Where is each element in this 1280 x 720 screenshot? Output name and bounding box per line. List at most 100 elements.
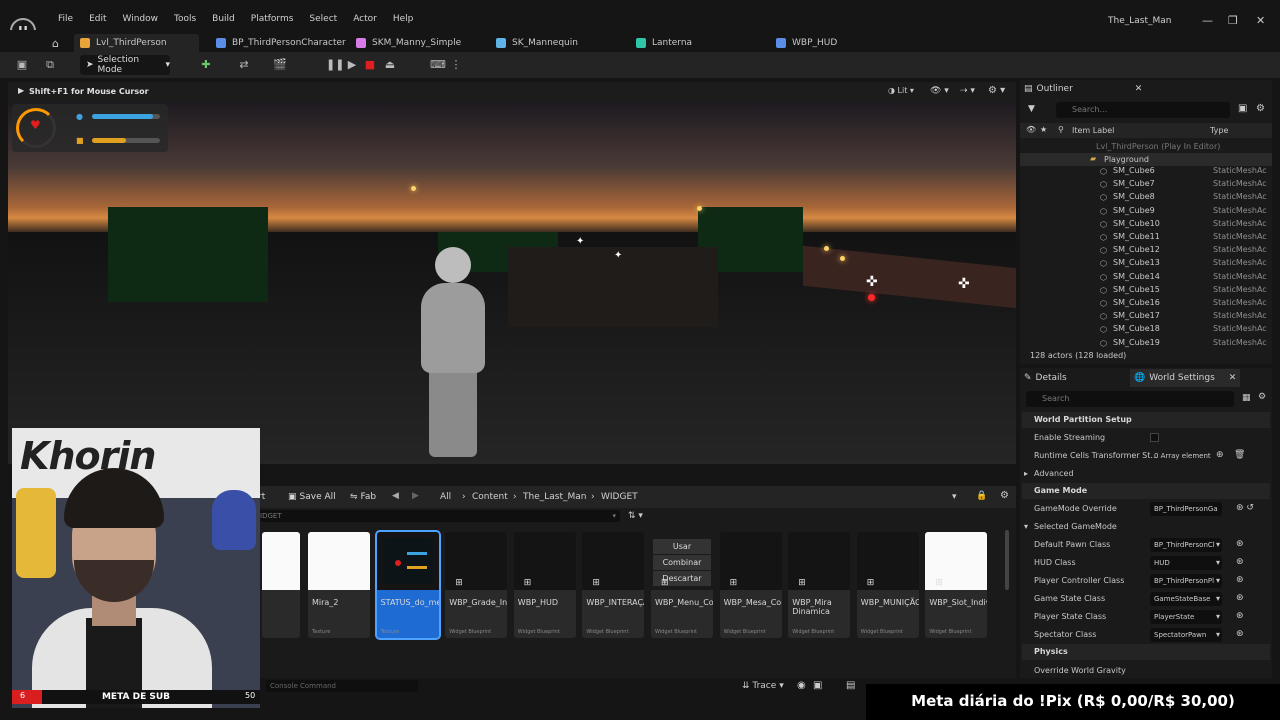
- add-folder-icon[interactable]: ▣: [1238, 103, 1247, 114]
- save-icon[interactable]: ▣: [14, 57, 30, 73]
- content-search-input[interactable]: IDGET ▾: [260, 510, 620, 522]
- outliner-row[interactable]: ⬡ SM_Cube18 StaticMeshAc: [1020, 324, 1272, 337]
- asset-tile[interactable]: Mira_2 Texture: [308, 532, 370, 638]
- asset-tile[interactable]: STATUS_do_meu_jogo Texture: [374, 530, 441, 640]
- close-icon[interactable]: ✕: [1135, 84, 1143, 94]
- game-viewport[interactable]: ✜ ✜ ✦ ✦: [8, 102, 1016, 464]
- outliner-row[interactable]: ⬡ SM_Cube19 StaticMeshAc: [1020, 338, 1272, 351]
- enable-streaming-checkbox[interactable]: [1150, 433, 1159, 442]
- outliner-folder[interactable]: ▰ Playground: [1020, 153, 1272, 166]
- viewport-settings-icon[interactable]: ⚙ ▾: [988, 85, 1005, 96]
- asset-tile[interactable]: UsarCombinarDescartar⊞ WBP_Menu_Contexto W…: [651, 532, 713, 638]
- cinematics-icon[interactable]: 🎬: [272, 57, 288, 73]
- col-type[interactable]: Type: [1210, 126, 1228, 135]
- home-icon[interactable]: ⌂: [52, 34, 59, 52]
- source-control-icon[interactable]: ⧉: [42, 57, 58, 73]
- browse-icon[interactable]: ⊛: [1236, 629, 1244, 639]
- asset-tile[interactable]: ⊞ WBP_Mira Dinamica Widget Blueprint: [788, 532, 851, 638]
- menu-item-edit[interactable]: Edit: [81, 14, 114, 24]
- menu-item-window[interactable]: Window: [115, 14, 167, 24]
- outliner-row[interactable]: ⬡ SM_Cube6 StaticMeshAc: [1020, 166, 1272, 179]
- class-select[interactable]: GameStateBase: [1150, 592, 1222, 606]
- platforms-icon[interactable]: ⌨: [430, 57, 446, 73]
- asset-tile[interactable]: ⊞ WBP_INTERAÇÃO Widget Blueprint: [582, 532, 645, 638]
- details-search-input[interactable]: Search: [1026, 391, 1234, 407]
- asset-tile[interactable]: ⊞ WBP_HUD Widget Blueprint: [513, 532, 576, 638]
- pause-icon[interactable]: ❚❚: [326, 57, 344, 73]
- camera-icon[interactable]: ▣: [813, 680, 822, 691]
- outliner-row[interactable]: ⬡ SM_Cube8 StaticMeshAc: [1020, 192, 1272, 205]
- class-select[interactable]: HUD: [1150, 556, 1222, 570]
- eject-icon[interactable]: ⏏: [382, 57, 398, 73]
- chevron-down-icon[interactable]: ▾: [952, 492, 957, 502]
- outliner-row[interactable]: ⬡ SM_Cube10 StaticMeshAc: [1020, 219, 1272, 232]
- selection-mode-button[interactable]: ➤ Selection Mode ▾: [80, 55, 170, 75]
- fab-button[interactable]: ⇋ Fab: [350, 490, 376, 504]
- filter-icon[interactable]: ▼: [1028, 104, 1035, 114]
- world-settings-tab[interactable]: 🌐 World Settings ✕: [1130, 369, 1241, 387]
- stop-icon[interactable]: ■: [362, 57, 378, 73]
- outliner-row[interactable]: ⬡ SM_Cube9 StaticMeshAc: [1020, 206, 1272, 219]
- lock-icon[interactable]: 🔒: [976, 491, 987, 501]
- outliner-row[interactable]: ⬡ SM_Cube13 StaticMeshAc: [1020, 258, 1272, 271]
- console-input[interactable]: Console Command: [266, 680, 418, 692]
- outliner-search-input[interactable]: Search...: [1056, 102, 1230, 118]
- breadcrumb-item[interactable]: Content: [472, 492, 508, 502]
- maximize-icon[interactable]: ❐: [1228, 14, 1238, 27]
- menu-item-tools[interactable]: Tools: [166, 14, 204, 24]
- menu-item-file[interactable]: File: [50, 14, 81, 24]
- add-element-icon[interactable]: ⊕: [1216, 450, 1224, 460]
- browse-icon[interactable]: ⊛: [1236, 539, 1244, 549]
- close-icon[interactable]: ✕: [1229, 373, 1237, 383]
- derived-data-icon[interactable]: ▤: [846, 680, 855, 691]
- asset-tile[interactable]: [262, 532, 300, 638]
- class-select[interactable]: BP_ThirdPersonPl: [1150, 574, 1222, 588]
- breadcrumb-item[interactable]: The_Last_Man: [523, 492, 586, 502]
- browse-icon[interactable]: ⊛: [1236, 611, 1244, 621]
- close-icon[interactable]: ✕: [1256, 14, 1265, 27]
- outliner-row[interactable]: ⬡ SM_Cube14 StaticMeshAc: [1020, 272, 1272, 285]
- more-options-icon[interactable]: ⋮: [448, 57, 464, 73]
- menu-item-select[interactable]: Select: [301, 14, 345, 24]
- asset-tile[interactable]: ⊞ WBP_Slot_Individual Widget Blueprint: [925, 532, 988, 638]
- menu-item-platforms[interactable]: Platforms: [243, 14, 302, 24]
- outliner-root[interactable]: Lvl_ThirdPerson (Play In Editor): [1096, 142, 1220, 151]
- breadcrumb-item[interactable]: All: [440, 492, 451, 502]
- menu-item-actor[interactable]: Actor: [345, 14, 385, 24]
- row-advanced[interactable]: ▸ Advanced: [1022, 465, 1270, 483]
- gamemode-override-select[interactable]: BP_ThirdPersonGa: [1150, 502, 1222, 516]
- section-physics[interactable]: Physics: [1022, 644, 1270, 660]
- content-scrollbar[interactable]: [1005, 530, 1009, 590]
- outliner-row[interactable]: ⬡ SM_Cube15 StaticMeshAc: [1020, 285, 1272, 298]
- col-item-label[interactable]: Item Label: [1072, 126, 1114, 135]
- outliner-row[interactable]: ⬡ SM_Cube16 StaticMeshAc: [1020, 298, 1272, 311]
- class-select[interactable]: BP_ThirdPersonCl: [1150, 538, 1222, 552]
- record-icon[interactable]: ◉: [797, 680, 806, 691]
- settings-icon[interactable]: ⚙: [1256, 103, 1265, 114]
- row-selected-gamemode[interactable]: ▾ Selected GameMode: [1022, 518, 1270, 536]
- section-game-mode[interactable]: Game Mode: [1022, 483, 1270, 499]
- lit-mode-button[interactable]: ◑ Lit ▾: [888, 86, 914, 95]
- delete-icon[interactable]: 🗑: [1234, 450, 1245, 460]
- settings-icon[interactable]: ⚙: [1258, 392, 1266, 402]
- browse-icon[interactable]: ⊛: [1236, 575, 1244, 585]
- asset-tile[interactable]: ⊞ WBP_Mesa_Combinação Widget Blueprint: [719, 532, 782, 638]
- outliner-tab[interactable]: ▤ Outliner ✕: [1024, 80, 1142, 98]
- tab-level[interactable]: Lvl_ThirdPerson: [74, 34, 199, 52]
- arrow-icon[interactable]: ⊛ ↺: [1236, 503, 1254, 513]
- browse-icon[interactable]: ⊛: [1236, 557, 1244, 567]
- tab-bp-character[interactable]: BP_ThirdPersonCharacter: [216, 34, 346, 52]
- outliner-row[interactable]: ⬡ SM_Cube7 StaticMeshAc: [1020, 179, 1272, 192]
- step-icon[interactable]: ▶: [344, 57, 360, 73]
- forward-icon[interactable]: ▶: [412, 491, 419, 501]
- asset-tile[interactable]: ⊞ WBP_MUNIÇÃO_PISTOLA Widget Blueprint: [856, 532, 919, 638]
- menu-item-help[interactable]: Help: [385, 14, 422, 24]
- outliner-row[interactable]: ⬡ SM_Cube11 StaticMeshAc: [1020, 232, 1272, 245]
- outliner-row[interactable]: ⬡ SM_Cube12 StaticMeshAc: [1020, 245, 1272, 258]
- outliner-row[interactable]: ⬡ SM_Cube17 StaticMeshAc: [1020, 311, 1272, 324]
- section-world-partition[interactable]: World Partition Setup: [1022, 412, 1270, 428]
- back-icon[interactable]: ◀: [392, 491, 399, 501]
- details-tab[interactable]: ✎ Details: [1024, 369, 1067, 387]
- tab-sk-mannequin[interactable]: SK_Mannequin: [496, 34, 578, 52]
- tab-wbp-hud[interactable]: WBP_HUD: [776, 34, 837, 52]
